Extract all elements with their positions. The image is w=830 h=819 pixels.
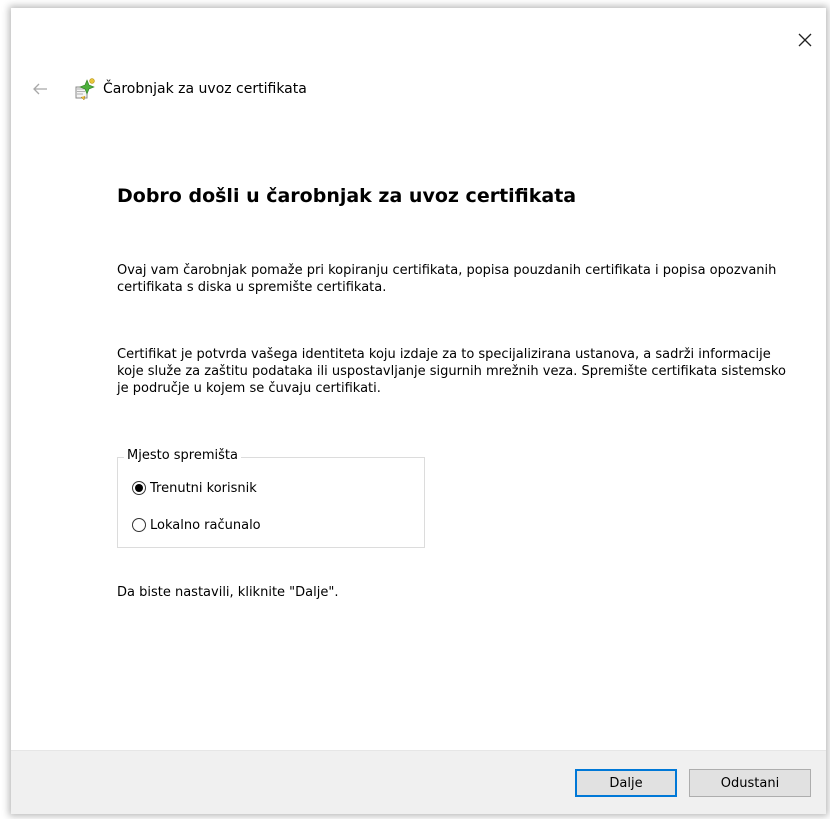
certificate-wizard-icon <box>75 78 95 101</box>
radio-button-selected[interactable] <box>132 481 146 495</box>
certificate-import-wizard-dialog: Čarobnjak za uvoz certifikata Dobro došl… <box>11 8 826 814</box>
wizard-footer: Dalje Odustani <box>11 750 826 814</box>
page-heading: Dobro došli u čarobnjak za uvoz certifik… <box>117 185 577 207</box>
radio-current-user-label[interactable]: Trenutni korisnik <box>150 481 257 496</box>
back-button[interactable] <box>29 78 51 100</box>
close-button[interactable] <box>791 26 819 54</box>
continue-hint: Da biste nastavili, kliknite "Dalje". <box>117 585 339 600</box>
store-location-legend: Mjesto spremišta <box>124 448 241 463</box>
close-icon <box>798 33 812 47</box>
wizard-header: Čarobnjak za uvoz certifikata <box>29 76 307 102</box>
certificate-info-paragraph: Certifikat je potvrda vašega identiteta … <box>117 347 786 396</box>
radio-selected-dot <box>135 484 143 492</box>
wizard-title: Čarobnjak za uvoz certifikata <box>103 81 307 97</box>
radio-current-user[interactable]: Trenutni korisnik <box>132 478 257 498</box>
radio-local-machine-label[interactable]: Lokalno računalo <box>150 518 261 533</box>
next-button[interactable]: Dalje <box>575 769 677 797</box>
intro-paragraph: Ovaj vam čarobnjak pomaže pri kopiranju … <box>117 263 777 295</box>
back-arrow-icon <box>33 83 47 95</box>
cancel-button[interactable]: Odustani <box>689 769 811 797</box>
radio-local-machine[interactable]: Lokalno računalo <box>132 515 261 535</box>
radio-button-unselected[interactable] <box>132 518 146 532</box>
store-location-group: Mjesto spremišta Trenutni korisnik Lokal… <box>117 448 425 548</box>
